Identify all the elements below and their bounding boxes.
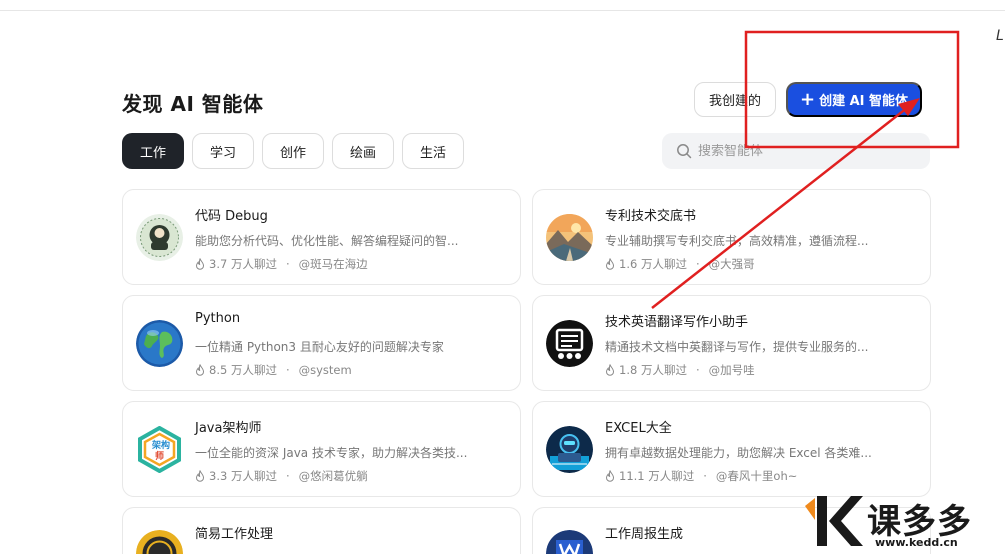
agent-meta: 1.8 万人聊过 · @加号哇 xyxy=(605,362,755,378)
agent-description: 一位精通 Python3 且耐心友好的问题解决专家 xyxy=(195,340,444,354)
agent-meta: 8.5 万人聊过 · @system xyxy=(195,362,352,378)
page-title: 发现 AI 智能体 xyxy=(122,92,264,116)
agent-name: 代码 Debug xyxy=(195,209,268,224)
chat-count: 8.5 万人聊过 xyxy=(209,363,277,377)
agent-name: Java架构师 xyxy=(195,421,262,436)
chat-count: 1.6 万人聊过 xyxy=(619,257,687,271)
agent-author: @春风十里oh~ xyxy=(715,469,798,483)
code-debug-avatar-icon xyxy=(136,214,183,261)
java-avatar-char-2: 构 xyxy=(161,439,170,451)
agent-name: Python xyxy=(195,311,241,326)
agent-author: @system xyxy=(298,363,352,377)
agent-description: 能助您分析代码、优化性能、解答编程疑问的智... xyxy=(195,234,459,248)
create-agent-button[interactable]: + 创建 AI 智能体 xyxy=(786,82,922,117)
fire-icon xyxy=(605,364,615,376)
tab-work[interactable]: 工作 xyxy=(122,133,184,169)
agent-meta: 3.3 万人聊过 · @悠闲葛优躺 xyxy=(195,468,368,484)
meta-separator: · xyxy=(285,363,290,377)
agent-name: 专利技术交底书 xyxy=(605,209,697,224)
weekly-report-avatar-icon xyxy=(546,530,593,554)
agent-card-patent[interactable]: 专利技术交底书 专业辅助撰写专利交底书，高效精准，遵循流程... 1.6 万人聊… xyxy=(532,189,931,285)
watermark-url: www.kedd.cn xyxy=(875,536,958,549)
kedd-watermark: 课多多 www.kedd.cn xyxy=(805,492,1005,554)
search-icon xyxy=(677,144,692,159)
my-created-button[interactable]: 我创建的 xyxy=(694,82,776,117)
agent-card-simple-work[interactable]: 简易工作处理 xyxy=(122,507,521,554)
meta-separator: · xyxy=(285,257,290,271)
chat-count: 3.3 万人聊过 xyxy=(209,469,277,483)
globe-avatar-icon xyxy=(136,320,183,367)
corner-glyph: L xyxy=(996,28,1004,44)
gold-avatar-icon xyxy=(136,530,183,554)
agent-card-python[interactable]: Python 一位精通 Python3 且耐心友好的问题解决专家 8.5 万人聊… xyxy=(122,295,521,391)
fire-icon xyxy=(195,364,205,376)
kedd-logo-icon xyxy=(805,496,863,546)
agent-name: 工作周报生成 xyxy=(605,527,684,542)
category-tabs: 工作 学习 创作 绘画 生活 xyxy=(122,133,464,169)
agent-name: 技术英语翻译写作小助手 xyxy=(605,315,749,330)
tab-life[interactable]: 生活 xyxy=(402,133,464,169)
java-avatar-char-1: 架 xyxy=(151,439,161,451)
meta-separator: · xyxy=(703,469,707,483)
agent-card-tech-translate[interactable]: 技术英语翻译写作小助手 精通技术文档中英翻译与写作，提供专业服务的... 1.8… xyxy=(532,295,931,391)
fire-icon xyxy=(605,258,615,270)
agent-card-java[interactable]: 架 构 师 Java架构师 一位全能的资深 Java 技术专家，助力解决各类技.… xyxy=(122,401,521,497)
fire-icon xyxy=(605,470,615,482)
meta-separator: · xyxy=(285,469,290,483)
agent-description: 专业辅助撰写专利交底书，高效精准，遵循流程... xyxy=(605,234,869,248)
meta-separator: · xyxy=(695,363,700,377)
top-divider xyxy=(0,10,1005,11)
agent-description: 一位全能的资深 Java 技术专家，助力解决各类技... xyxy=(195,446,468,460)
create-agent-label: 创建 AI 智能体 xyxy=(819,94,909,109)
agent-meta: 1.6 万人聊过 · @大强哥 xyxy=(605,256,755,272)
fire-icon xyxy=(195,258,205,270)
agent-name: 简易工作处理 xyxy=(195,527,274,542)
agent-description: 拥有卓越数据处理能力，助您解决 Excel 各类难... xyxy=(605,446,872,460)
agent-author: @斑马在海边 xyxy=(298,257,368,271)
agent-author: @悠闲葛优躺 xyxy=(298,469,368,483)
excel-avatar-icon xyxy=(546,426,593,473)
agent-name: EXCEL大全 xyxy=(605,421,672,436)
java-avatar-char-3: 师 xyxy=(155,450,164,462)
meta-separator: · xyxy=(695,257,700,271)
agent-meta: 3.7 万人聊过 · @斑马在海边 xyxy=(195,256,368,272)
fire-icon xyxy=(195,470,205,482)
search-box[interactable] xyxy=(662,133,930,169)
landscape-avatar-icon xyxy=(546,214,593,261)
tab-draw[interactable]: 绘画 xyxy=(332,133,394,169)
agent-card-excel[interactable]: EXCEL大全 拥有卓越数据处理能力，助您解决 Excel 各类难... 11.… xyxy=(532,401,931,497)
agent-card-code-debug[interactable]: 代码 Debug 能助您分析代码、优化性能、解答编程疑问的智... 3.7 万人… xyxy=(122,189,521,285)
chat-count: 3.7 万人聊过 xyxy=(209,257,277,271)
tab-study[interactable]: 学习 xyxy=(192,133,254,169)
java-architect-avatar-icon: 架 构 师 xyxy=(136,426,183,473)
agent-meta: 11.1 万人聊过 · @春风十里oh~ xyxy=(605,468,797,484)
agent-description: 精通技术文档中英翻译与写作，提供专业服务的... xyxy=(605,340,869,354)
robot-avatar-icon xyxy=(546,320,593,367)
search-input[interactable] xyxy=(698,143,898,159)
chat-count: 1.8 万人聊过 xyxy=(619,363,687,377)
tab-create[interactable]: 创作 xyxy=(262,133,324,169)
agent-author: @加号哇 xyxy=(708,363,755,377)
chat-count: 11.1 万人聊过 xyxy=(619,469,695,483)
agent-author: @大强哥 xyxy=(708,257,755,271)
plus-icon: + xyxy=(799,88,816,110)
